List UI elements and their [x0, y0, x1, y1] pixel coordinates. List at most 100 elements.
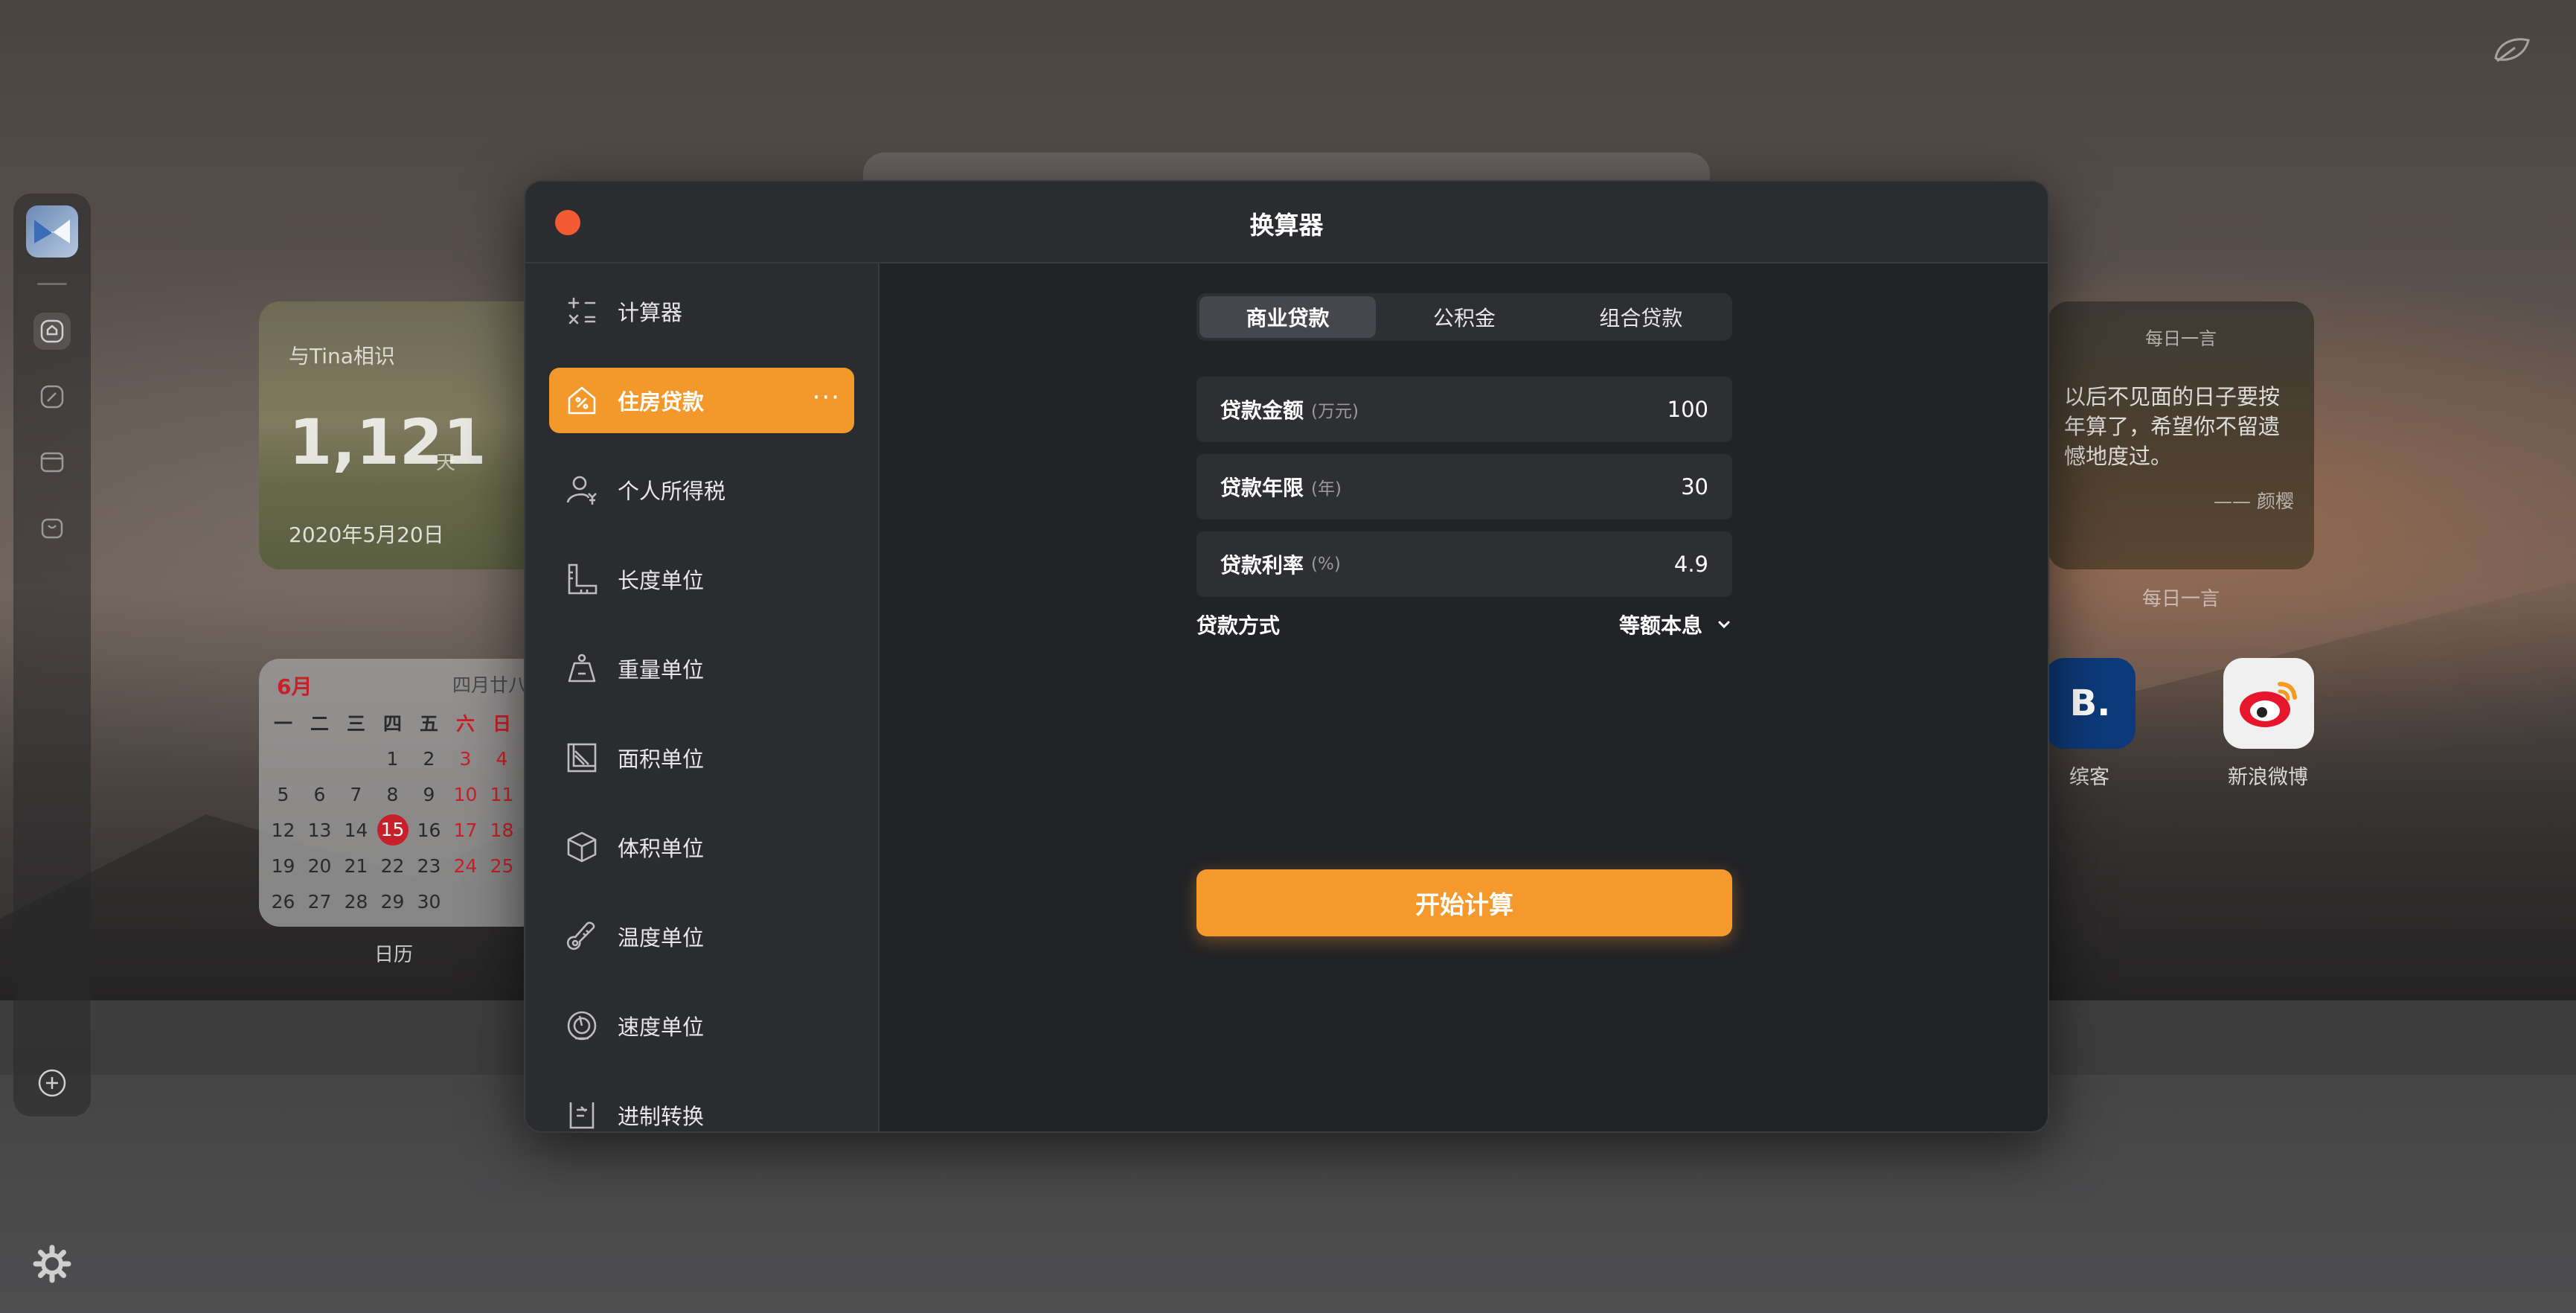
loan-amount-field[interactable]: 贷款金额 (万元): [1196, 377, 1732, 442]
loan-term-input[interactable]: [1560, 474, 1708, 499]
daily-quote-widget[interactable]: 每日一言 以后不见面的日子要按年算了，希望你不留遗憾地度过。: [2048, 301, 2314, 569]
quote-caption: 每日一言: [2141, 588, 2220, 610]
calendar-widget[interactable]: 6月 四月廿八 一 二 三 四 五 六 日 1 2 3 4 5 6 7 8 9 10 11 12 13 1…: [259, 659, 542, 927]
modal-title: 换算器: [1249, 211, 1324, 240]
weibo-app-icon[interactable]: [2223, 658, 2314, 749]
tab-commercial-loan[interactable]: 商业贷款: [1199, 296, 1377, 338]
tab-provident-fund[interactable]: 公积金: [1376, 296, 1552, 338]
repayment-method-label: 贷款方式: [1196, 613, 1281, 638]
calendar-grid: 一 二 三 四 五 六 日 1 2 3 4 5 6 7 8 9 10 11 12 13 14 15 16 17 1…: [265, 705, 542, 919]
calendar-day[interactable]: 2: [411, 748, 447, 770]
calendar-day[interactable]: 12: [265, 820, 301, 841]
loan-rate-input[interactable]: [1560, 552, 1708, 577]
chevron-down-icon[interactable]: [1716, 616, 1732, 633]
loan-term-field[interactable]: 贷款年限 (年): [1196, 454, 1732, 520]
house-loan-icon: [561, 380, 603, 421]
calendar-lunar-date: 四月廿八: [452, 674, 527, 696]
dock-home-icon[interactable]: [33, 313, 71, 350]
calendar-day[interactable]: 18: [484, 820, 520, 841]
sidebar-item-calculator[interactable]: 计算器: [549, 278, 854, 344]
tab-combined-loan[interactable]: 组合贷款: [1553, 296, 1729, 338]
calendar-day[interactable]: 11: [484, 784, 520, 805]
loan-calculator-panel: 商业贷款 公积金 组合贷款 贷款金额 (万元) 贷款年限 (年) 贷款利率 (%…: [881, 263, 2048, 1131]
left-dock: [13, 194, 91, 1116]
field-label: 贷款金额: [1220, 398, 1304, 423]
calendar-day[interactable]: 22: [374, 855, 411, 877]
sidebar-item-label: 个人所得税: [618, 479, 726, 504]
calendar-day[interactable]: 26: [265, 891, 301, 913]
weekday: 四: [382, 713, 402, 735]
dock-code-icon[interactable]: [33, 444, 71, 481]
quote-author: —— 颜樱: [2214, 491, 2294, 512]
calendar-day[interactable]: 28: [338, 891, 374, 913]
sidebar-item-temperature[interactable]: 温度单位: [549, 904, 854, 969]
sidebar-item-label: 住房贷款: [618, 389, 705, 415]
calendar-day[interactable]: 5: [265, 784, 301, 805]
calendar-day[interactable]: 7: [338, 784, 374, 805]
converter-modal: 换算器 计算器 住房贷款 ··· 个人所得税 长度单位 重量单位 面积单位 体积…: [524, 180, 2049, 1133]
settings-gear-icon[interactable]: [31, 1243, 73, 1285]
sidebar-item-income-tax[interactable]: 个人所得税: [549, 457, 854, 523]
calendar-day[interactable]: 20: [301, 855, 338, 877]
booking-glyph: B.: [2069, 683, 2111, 724]
dock-bag-icon[interactable]: [33, 509, 71, 546]
calendar-day[interactable]: 27: [301, 891, 338, 913]
weekday: 五: [419, 713, 438, 735]
sidebar-item-volume[interactable]: 体积单位: [549, 814, 854, 880]
booking-app-icon[interactable]: B.: [2045, 658, 2136, 749]
loan-amount-input[interactable]: [1560, 397, 1708, 422]
loan-type-tabs: 商业贷款 公积金 组合贷款: [1196, 293, 1732, 341]
repayment-method-select[interactable]: 等额本息: [1619, 610, 1702, 639]
sidebar-item-area[interactable]: 面积单位: [549, 725, 854, 790]
area-icon: [561, 737, 603, 779]
start-calculate-button[interactable]: 开始计算: [1196, 869, 1732, 936]
loan-rate-field[interactable]: 贷款利率 (%): [1196, 531, 1732, 597]
calendar-day[interactable]: 1: [374, 748, 411, 770]
calendar-day[interactable]: 23: [411, 855, 447, 877]
dock-add-icon[interactable]: [33, 1064, 71, 1102]
calendar-weekday-row: 一 二 三 四 五 六 日: [265, 705, 542, 741]
calendar-day[interactable]: 13: [301, 820, 338, 841]
countdown-widget[interactable]: 与Tina相识 1,121 天 2020年5月20日: [259, 301, 542, 569]
calendar-day[interactable]: 21: [338, 855, 374, 877]
calendar-day[interactable]: 15: [374, 814, 411, 846]
calendar-day[interactable]: 16: [411, 820, 447, 841]
field-label: 贷款利率: [1220, 553, 1304, 578]
calendar-day[interactable]: 14: [338, 820, 374, 841]
calendar-day[interactable]: 24: [447, 855, 484, 877]
calendar-week-row: 26 27 28 29 30: [265, 884, 542, 919]
calendar-day[interactable]: 3: [447, 748, 484, 770]
calendar-day[interactable]: 25: [484, 855, 520, 877]
weekday: 日: [492, 713, 511, 735]
calendar-week-row: 1234: [265, 741, 542, 776]
calendar-month: 6月: [277, 674, 313, 699]
calendar-week-row: 5 6 7 8 9 10 11: [265, 776, 542, 812]
dock-pen-icon[interactable]: [33, 378, 71, 415]
weibo-app-label: 新浪微博: [2228, 766, 2308, 789]
speedometer-icon: [561, 1005, 603, 1047]
leaf-icon[interactable]: [2493, 36, 2531, 66]
calendar-today: 15: [377, 814, 408, 846]
sidebar-item-house-loan[interactable]: 住房贷款 ···: [549, 368, 854, 433]
calendar-day[interactable]: 9: [411, 784, 447, 805]
calendar-day[interactable]: 29: [374, 891, 411, 913]
calendar-day[interactable]: 17: [447, 820, 484, 841]
sidebar-item-speed[interactable]: 速度单位: [549, 993, 854, 1058]
more-options-icon[interactable]: ···: [813, 385, 841, 410]
sidebar-item-length[interactable]: 长度单位: [549, 546, 854, 612]
app-logo[interactable]: [26, 205, 78, 258]
calendar-day[interactable]: 19: [265, 855, 301, 877]
repayment-method-row: 贷款方式 等额本息: [1196, 604, 1732, 645]
sidebar-item-label: 长度单位: [618, 568, 705, 593]
sidebar-item-base-convert[interactable]: 进制转换: [549, 1082, 854, 1131]
field-unit: (万元): [1311, 402, 1359, 421]
calendar-day[interactable]: 8: [374, 784, 411, 805]
calendar-day[interactable]: 4: [484, 748, 520, 770]
converter-sidebar: 计算器 住房贷款 ··· 个人所得税 长度单位 重量单位 面积单位 体积单位 温…: [525, 263, 880, 1131]
calendar-day[interactable]: 30: [411, 891, 447, 913]
sidebar-item-weight[interactable]: 重量单位: [549, 636, 854, 701]
calendar-week-row: 19 20 21 22 23 24 25: [265, 848, 542, 884]
calendar-day[interactable]: 10: [447, 784, 484, 805]
calendar-day[interactable]: 6: [301, 784, 338, 805]
weekday: 三: [346, 713, 365, 735]
